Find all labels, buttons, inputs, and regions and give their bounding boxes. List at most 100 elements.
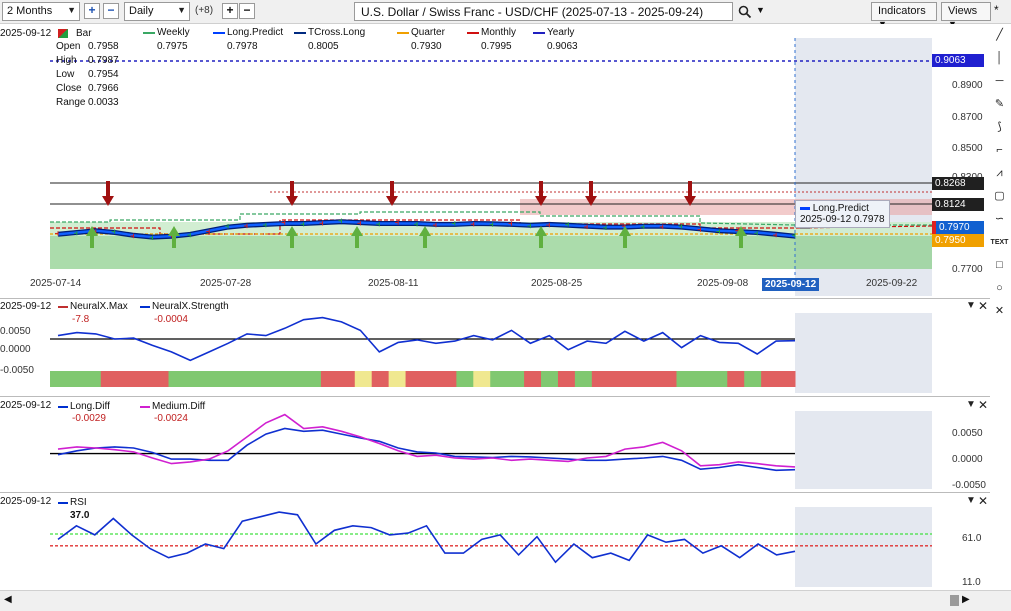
neuralx-max-bar [270, 371, 288, 387]
legend-swatch [533, 32, 545, 34]
neuralx-chart[interactable] [0, 299, 990, 396]
legend-swatch [58, 406, 68, 408]
diff-pane: 2025-09-12 Long.Diff -0.0029 Medium.Diff -0… [0, 396, 990, 491]
horizontal-scrollbar[interactable]: ◀ ▶ [0, 590, 1011, 611]
horizontal-line-tool-icon[interactable]: ─ [990, 72, 1009, 91]
scroll-left-icon[interactable]: ◀ [4, 594, 12, 605]
neuralx-max-bar [710, 371, 728, 387]
legend-name: Long.Predict [227, 27, 284, 38]
price-tag: 0.8268 [932, 177, 984, 190]
price-tag: 0.9063 [932, 54, 984, 67]
offset-label: (+8) [195, 5, 214, 16]
neuralx-max-bar [236, 371, 254, 387]
axis-label: 0.0050 [952, 428, 983, 439]
legend-name: Weekly [157, 27, 190, 38]
delete-drawings-icon[interactable]: ✕ [990, 302, 1009, 321]
legend-swatch [467, 32, 479, 34]
pane-menu-icon[interactable]: ▼ [966, 300, 976, 311]
neuralx-max-bar [676, 371, 694, 387]
legend-swatch [58, 306, 68, 308]
remove-bars-button[interactable]: − [239, 3, 255, 19]
zoom-in-button[interactable]: + [84, 3, 100, 19]
ohlc-value: 0.7987 [88, 55, 119, 66]
interval-select[interactable]: Daily ▼ [124, 2, 190, 21]
text-tool-icon[interactable]: TEXT [990, 233, 1009, 252]
ohlc-value: 0.7966 [88, 83, 119, 94]
search-icon[interactable] [738, 5, 752, 19]
legend-swatch [213, 32, 225, 34]
price-chart[interactable] [0, 24, 990, 296]
price-pane: 2025-09-12 Bar Open 0.7958 High 0.7987 Low 0.… [0, 24, 990, 296]
future-region [795, 313, 932, 393]
vertical-line-tool-icon[interactable]: │ [990, 49, 1009, 68]
neuralx-max-bar [591, 371, 610, 387]
sell-arrow-stem [390, 181, 394, 196]
legend-value: 0.9063 [547, 41, 578, 52]
pane-date: 2025-09-12 [0, 496, 52, 507]
legend-swatch [397, 32, 409, 34]
fib-tool-icon[interactable]: ⌐ [990, 141, 1009, 160]
axis-label: -0.0050 [0, 365, 34, 376]
neuralx-max-bar [185, 371, 203, 387]
price-axis-label: 0.7700 [952, 264, 983, 275]
neuralx-max-bar [219, 371, 237, 387]
date-label: 2025-07-28 [200, 278, 252, 289]
ohlc-label: Open [56, 41, 81, 52]
comment-tool-icon[interactable]: ▢ [990, 187, 1009, 206]
price-tag: 0.7970 [932, 221, 984, 234]
ellipse-tool-icon[interactable]: ○ [990, 279, 1009, 298]
date-label: 2025-08-25 [531, 278, 583, 289]
views-label: Views [948, 5, 978, 17]
pane-menu-icon[interactable]: ▼ [966, 399, 976, 410]
brush-tool-icon[interactable]: ⟆ [990, 118, 1009, 137]
pencil-tool-icon[interactable]: ✎ [990, 95, 1009, 114]
legend-name: Quarter [411, 27, 445, 38]
date-label: 2025-09-08 [697, 278, 749, 289]
pane-close-icon[interactable]: ✕ [978, 299, 988, 313]
neuralx-max-bar [727, 371, 745, 387]
views-button[interactable]: Views ▼ [941, 2, 991, 29]
neuralx-max-bar [490, 371, 508, 387]
neuralx-max-bar [439, 371, 457, 387]
buy-arrow-stem [623, 236, 627, 248]
search-dropdown-icon[interactable]: ▼ [756, 5, 765, 15]
ohlc-value: 0.7958 [88, 41, 119, 52]
diff-chart[interactable] [0, 397, 990, 492]
date-label: 2025-09-22 [866, 278, 918, 289]
pane-menu-icon[interactable]: ▼ [966, 495, 976, 506]
buy-arrow-stem [539, 236, 543, 248]
zoom-out-button[interactable]: − [103, 3, 119, 19]
scroll-right-icon[interactable]: ▶ [962, 594, 970, 605]
channel-tool-icon[interactable]: ⩘ [990, 164, 1009, 183]
trendline-tool-icon[interactable]: ╱ [990, 26, 1009, 45]
axis-label: -0.0050 [952, 480, 986, 491]
curve-tool-icon[interactable]: ∽ [990, 210, 1009, 229]
legend-swatch [140, 406, 150, 408]
neuralx-max-bar [388, 371, 407, 387]
date-label: 2025-07-14 [30, 278, 82, 289]
pane-close-icon[interactable]: ✕ [978, 398, 988, 412]
range-select[interactable]: 2 Months ▼ [2, 2, 80, 21]
legend-name: NeuralX.Strength [152, 301, 229, 312]
bar-color-icon [58, 29, 68, 38]
scroll-thumb[interactable] [950, 595, 959, 606]
legend-value: 0.7930 [411, 41, 442, 52]
rsi-chart[interactable] [0, 493, 990, 591]
indicators-button[interactable]: Indicators ▼ [871, 2, 937, 29]
rsi-pane: 2025-09-12 RSI 37.0 61.0 11.0 ▼ ✕ [0, 492, 990, 590]
symbol-field[interactable]: U.S. Dollar / Swiss Franc - USD/CHF (202… [354, 2, 733, 21]
axis-label: 11.0 [962, 577, 981, 588]
add-bars-button[interactable]: + [222, 3, 238, 19]
legend-swatch [58, 502, 68, 504]
neuralx-max-bar [253, 371, 271, 387]
neuralx-max-bar [371, 371, 390, 387]
long-diff-line [57, 427, 796, 472]
neuralx-max-bar [83, 371, 102, 387]
neuralx-max-bar [625, 371, 644, 387]
rectangle-tool-icon[interactable]: □ [990, 256, 1009, 275]
drawing-tools: ╱ │ ─ ✎ ⟆ ⌐ ⩘ ▢ ∽ TEXT □ ○ ✕ [988, 24, 1011, 324]
pin-icon[interactable]: * [994, 3, 999, 17]
legend-value: -7.8 [72, 314, 90, 325]
legend-swatch [140, 306, 150, 308]
pane-close-icon[interactable]: ✕ [978, 494, 988, 508]
